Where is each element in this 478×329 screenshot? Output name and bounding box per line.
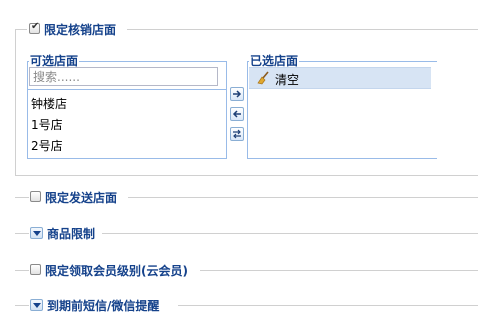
swap-button[interactable] bbox=[230, 127, 244, 141]
list-item[interactable]: 2号店 bbox=[31, 137, 63, 154]
section-rule-right bbox=[102, 233, 478, 234]
product-limit-label: 商品限制 bbox=[47, 227, 96, 241]
move-left-button[interactable] bbox=[230, 107, 244, 121]
section-rule-right bbox=[178, 305, 478, 306]
list-item[interactable]: 1号店 bbox=[31, 116, 63, 133]
restrict-store-checkbox[interactable]: ✔ bbox=[29, 21, 40, 34]
restrict-send-store-checkbox[interactable] bbox=[30, 191, 41, 202]
arrow-right-icon bbox=[233, 90, 242, 98]
clear-row[interactable]: 清空 bbox=[249, 67, 431, 89]
expiry-reminder-toggle[interactable] bbox=[30, 299, 43, 311]
section-rule-left bbox=[15, 197, 29, 198]
broom-icon bbox=[257, 71, 269, 85]
expiry-reminder-label: 到期前短信/微信提醒 bbox=[47, 299, 160, 313]
move-right-button[interactable] bbox=[230, 87, 244, 101]
checkmark-icon: ✔ bbox=[31, 21, 40, 32]
restrict-store-label: 限定核销店面 bbox=[44, 23, 117, 37]
list-item[interactable]: 钟楼店 bbox=[31, 95, 67, 112]
restrict-send-store-label: 限定发送店面 bbox=[45, 191, 118, 205]
section-rule-left bbox=[15, 305, 29, 306]
restrict-member-level-checkbox[interactable] bbox=[30, 264, 41, 275]
arrow-left-icon bbox=[232, 110, 241, 118]
swap-arrows-icon bbox=[233, 129, 241, 139]
product-limit-toggle[interactable] bbox=[30, 227, 43, 239]
section-rule-right bbox=[200, 270, 478, 271]
section-rule-right bbox=[128, 197, 478, 198]
restrict-member-level-label: 限定领取会员级别(云会员) bbox=[45, 264, 188, 278]
section-rule-left bbox=[15, 233, 29, 234]
restrict-store-legend: ✔ 限定核销店面 bbox=[27, 20, 127, 38]
clear-label: 清空 bbox=[275, 73, 300, 87]
expand-icon bbox=[33, 303, 41, 308]
section-rule-left bbox=[15, 270, 29, 271]
search-divider bbox=[28, 89, 226, 90]
expand-icon bbox=[33, 231, 41, 236]
store-search-input[interactable] bbox=[29, 67, 218, 86]
